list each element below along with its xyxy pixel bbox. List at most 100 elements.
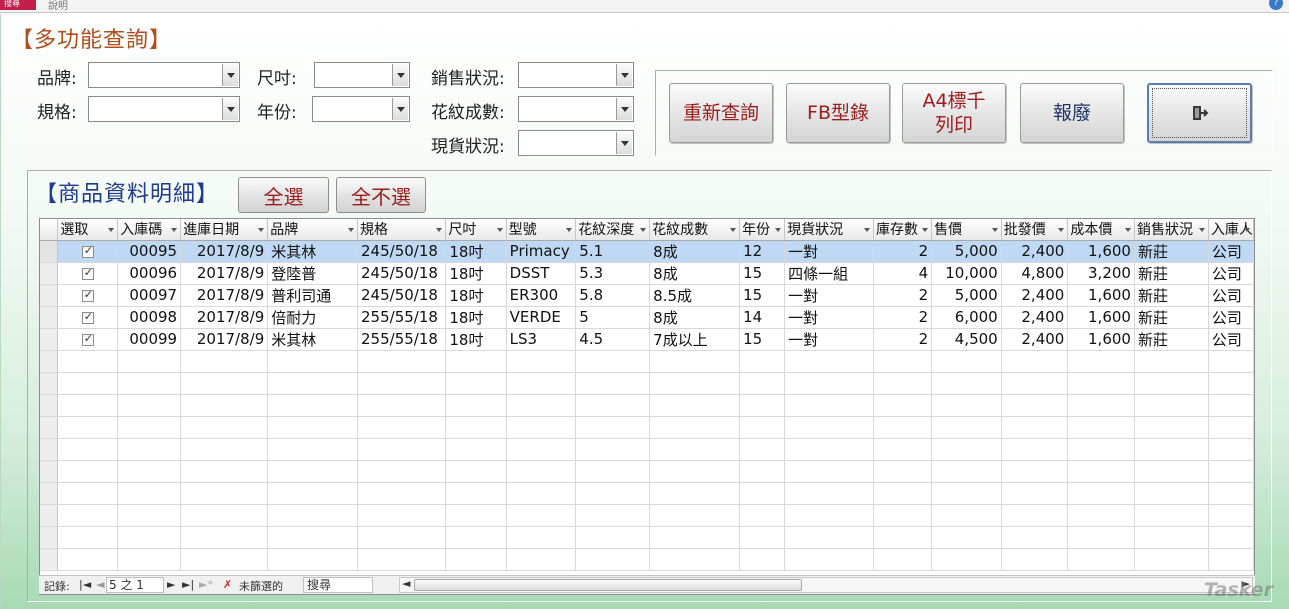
sort-filter-arrow-icon[interactable] [775, 228, 782, 232]
cell-stock[interactable] [784, 416, 875, 439]
cell-date[interactable] [180, 460, 269, 483]
column-header[interactable]: 花紋成數 [649, 219, 741, 241]
cell-date[interactable] [180, 504, 269, 527]
cell-spec[interactable]: 245/50/18 [357, 284, 447, 307]
cell-qty[interactable]: 4 [873, 262, 933, 285]
cell-status[interactable] [1134, 482, 1209, 505]
cell-spec[interactable] [357, 394, 447, 417]
sort-filter-arrow-icon[interactable] [864, 228, 871, 232]
cell-wholesale[interactable] [1001, 526, 1069, 549]
cell-date[interactable] [180, 394, 269, 417]
cell-price[interactable] [931, 350, 1002, 373]
cell-size[interactable] [445, 394, 507, 417]
grid-search-box[interactable]: 搜尋 [303, 577, 373, 593]
cell-wholesale[interactable] [1001, 460, 1069, 483]
cell-price[interactable] [931, 416, 1002, 439]
sort-filter-arrow-icon[interactable] [496, 228, 503, 232]
cell-size[interactable] [445, 504, 507, 527]
cell-qty[interactable] [873, 460, 933, 483]
cell-size[interactable] [445, 372, 507, 395]
current-record-box[interactable]: 5 之 1 [106, 577, 164, 593]
cell-grade[interactable] [649, 372, 741, 395]
cell-date[interactable] [180, 548, 269, 571]
sort-filter-arrow-icon[interactable] [171, 228, 178, 232]
cell-price[interactable] [931, 504, 1002, 527]
select-cell[interactable] [57, 438, 119, 461]
cell-grade[interactable]: 7成以上 [649, 328, 741, 351]
cell-stock[interactable] [784, 460, 875, 483]
cell-grade[interactable] [649, 504, 741, 527]
cell-qty[interactable] [873, 548, 933, 571]
cell-brand[interactable] [267, 482, 359, 505]
cell-size[interactable] [445, 460, 507, 483]
size-combo[interactable] [314, 62, 410, 88]
cell-wholesale[interactable] [1001, 394, 1069, 417]
cell-date[interactable] [180, 482, 269, 505]
sort-filter-arrow-icon[interactable] [436, 228, 443, 232]
row-selector[interactable] [40, 262, 59, 285]
select-cell[interactable] [57, 284, 119, 307]
sort-filter-arrow-icon[interactable] [1244, 228, 1250, 232]
cell-model[interactable] [506, 438, 577, 461]
cell-size[interactable] [445, 438, 507, 461]
cell-spec[interactable] [357, 526, 447, 549]
cell-spec[interactable] [357, 438, 447, 461]
cell-status[interactable] [1134, 504, 1209, 527]
cell-depth[interactable] [575, 548, 651, 571]
cell-depth[interactable]: 5 [575, 306, 651, 329]
cell-qty[interactable] [873, 526, 933, 549]
cell-spec[interactable] [357, 372, 447, 395]
column-header[interactable]: 選取 [57, 219, 119, 241]
cell-price[interactable] [931, 526, 1002, 549]
brand-combo[interactable] [88, 62, 240, 88]
cell-person[interactable] [1208, 526, 1254, 549]
cell-id[interactable] [117, 416, 182, 439]
cell-date[interactable]: 2017/8/9 [180, 284, 269, 307]
cell-spec[interactable] [357, 460, 447, 483]
cell-status[interactable] [1134, 350, 1209, 373]
column-header[interactable]: 規格 [357, 219, 447, 241]
cell-date[interactable] [180, 416, 269, 439]
cell-year[interactable] [739, 438, 786, 461]
requery-button[interactable]: 重新查詢 [669, 83, 773, 143]
select-all-button[interactable]: 全選 [238, 177, 329, 213]
chevron-down-icon[interactable] [392, 98, 408, 120]
cell-size[interactable] [445, 548, 507, 571]
select-cell[interactable] [57, 394, 119, 417]
sales-status-combo[interactable] [518, 62, 634, 88]
row-selector[interactable] [40, 306, 59, 329]
row-selector[interactable] [40, 240, 59, 263]
table-row[interactable] [40, 504, 1254, 527]
cell-model[interactable] [506, 548, 577, 571]
cell-year[interactable] [739, 372, 786, 395]
cell-spec[interactable]: 245/50/18 [357, 240, 447, 263]
cell-size[interactable]: 18吋 [445, 240, 507, 263]
year-combo[interactable] [312, 96, 410, 122]
cell-status[interactable]: 新莊 [1134, 328, 1209, 351]
table-row[interactable]: 000962017/8/9登陸普245/50/1818吋DSST5.38成15四… [40, 262, 1254, 285]
spec-combo[interactable] [88, 96, 240, 122]
cell-person[interactable]: 公司 [1208, 262, 1254, 285]
cell-stock[interactable]: 一對 [784, 240, 875, 263]
cell-model[interactable] [506, 350, 577, 373]
cell-qty[interactable] [873, 438, 933, 461]
cell-id[interactable] [117, 372, 182, 395]
cell-brand[interactable]: 登陸普 [267, 262, 359, 285]
cell-depth[interactable] [575, 372, 651, 395]
cell-spec[interactable] [357, 416, 447, 439]
fb-catalog-button[interactable]: FB型錄 [786, 83, 890, 143]
cell-qty[interactable]: 2 [873, 306, 933, 329]
filter-off-icon[interactable]: ✗ [223, 578, 232, 591]
cell-qty[interactable] [873, 372, 933, 395]
cell-size[interactable] [445, 482, 507, 505]
cell-brand[interactable]: 普利司通 [267, 284, 359, 307]
cell-id[interactable]: 00096 [117, 262, 182, 285]
cell-id[interactable]: 00099 [117, 328, 182, 351]
row-checkbox[interactable] [81, 266, 94, 280]
product-datasheet[interactable]: 選取 入庫碼 進庫日期 品牌 規格 尺吋 型號 花紋深度 花紋成數 年份 現貨狀況 庫存數 售價 批發價 成… [39, 218, 1255, 595]
cell-id[interactable] [117, 482, 182, 505]
select-cell[interactable] [57, 240, 119, 263]
cell-status[interactable] [1134, 372, 1209, 395]
cell-person[interactable] [1208, 438, 1254, 461]
table-row[interactable] [40, 526, 1254, 549]
